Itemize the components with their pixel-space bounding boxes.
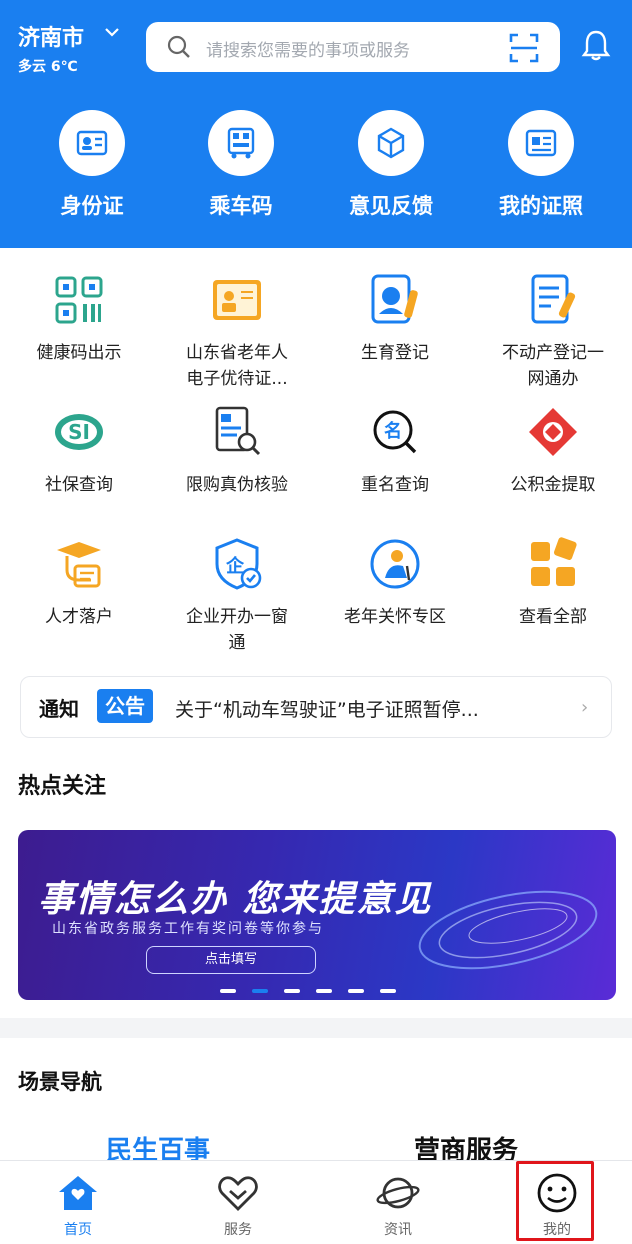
- quick-label: 身份证: [60, 194, 124, 218]
- carousel-dot[interactable]: [284, 989, 300, 993]
- service-verify[interactable]: 限购真伪核验: [158, 404, 316, 498]
- service-label: 查看全部: [519, 607, 587, 627]
- service-label: 重名查询: [361, 475, 429, 495]
- license-icon: [508, 110, 574, 176]
- service-health-code[interactable]: 健康码出示: [0, 272, 158, 366]
- service-name-search[interactable]: 名 重名查询: [316, 404, 474, 498]
- quick-label: 意见反馈: [349, 194, 433, 218]
- quick-bus-code[interactable]: 乘车码: [166, 110, 316, 220]
- id-card-icon: [59, 110, 125, 176]
- quick-label: 乘车码: [209, 194, 273, 218]
- nav-label: 服务: [224, 1222, 252, 1238]
- scene-navigation: 场景导航 民生百事 营商服务: [0, 1038, 632, 1166]
- bus-code-icon: [208, 110, 274, 176]
- banner-headline: 事情怎么办 您来提意见: [38, 879, 433, 920]
- scan-icon[interactable]: [508, 32, 540, 64]
- qr-code-icon: [55, 276, 103, 324]
- nav-label: 首页: [64, 1222, 92, 1238]
- service-view-all[interactable]: 查看全部: [474, 536, 632, 630]
- service-enterprise[interactable]: 企 企业开办一窗 通: [158, 536, 316, 656]
- verify-doc-icon: [215, 406, 261, 456]
- carousel-dot-active[interactable]: [252, 989, 268, 993]
- service-label: 限购真伪核验: [186, 475, 288, 495]
- enterprise-shield-icon: 企: [215, 538, 262, 590]
- quick-id-card[interactable]: 身份证: [17, 110, 167, 220]
- elder-care-icon: [370, 539, 420, 589]
- svg-text:SI: SI: [68, 420, 90, 444]
- carousel-dot[interactable]: [380, 989, 396, 993]
- senior-card-icon: [213, 280, 261, 320]
- chevron-right-icon: ›: [581, 697, 589, 718]
- carousel-dots: [220, 978, 412, 997]
- nav-news[interactable]: 资讯: [358, 1173, 438, 1239]
- search-input[interactable]: 请搜索您需要的事项或服务: [146, 22, 560, 72]
- chevron-down-icon[interactable]: [104, 26, 120, 38]
- service-label: 老年关怀专区: [344, 607, 446, 627]
- nav-home[interactable]: 首页: [38, 1173, 118, 1239]
- services-panel: 健康码出示 山东省老年人 电子优待证... 生育登记 不动产登记一 网通办 SI…: [0, 248, 632, 1018]
- service-label: 不动产登记一 网通办: [502, 343, 604, 389]
- city-selector[interactable]: 济南市: [18, 20, 84, 52]
- service-elder-care[interactable]: 老年关怀专区: [316, 536, 474, 630]
- nav-service[interactable]: 服务: [198, 1173, 278, 1239]
- property-doc-icon: [531, 274, 576, 324]
- service-senior-card[interactable]: 山东省老年人 电子优待证...: [158, 272, 316, 392]
- search-icon: [167, 35, 190, 58]
- section-title-hot: 热点关注: [18, 774, 107, 799]
- service-label: 企业开办一窗 通: [186, 607, 288, 653]
- quick-label: 我的证照: [499, 194, 583, 218]
- carousel-dot[interactable]: [348, 989, 364, 993]
- bottom-nav: 首页 服务 资讯 我的: [0, 1160, 632, 1244]
- service-label: 生育登记: [361, 343, 429, 363]
- notice-bar[interactable]: 通知 公告 关于“机动车驾驶证”电子证照暂停... ›: [20, 676, 612, 738]
- banner-fill-button[interactable]: 点击填写: [146, 946, 316, 974]
- grid-all-icon: [531, 537, 577, 586]
- planet-icon: [376, 1177, 420, 1209]
- hot-banner[interactable]: 事情怎么办 您来提意见 山东省政务服务工作有奖问卷等你参与 点击填写: [18, 830, 616, 1000]
- service-property[interactable]: 不动产登记一 网通办: [474, 272, 632, 392]
- service-social-security[interactable]: SI 社保查询: [0, 404, 158, 498]
- announcement-badge: 公告: [97, 689, 153, 723]
- header: 济南市 多云 6℃ 请搜索您需要的事项或服务 身份证 乘车码 意见反馈 我的证照: [0, 0, 632, 248]
- birth-register-icon: [371, 274, 418, 324]
- service-label: 人才落户: [45, 607, 113, 627]
- banner-subtitle: 山东省政务服务工作有奖问卷等你参与: [52, 921, 324, 937]
- carousel-dot[interactable]: [220, 989, 236, 993]
- quick-my-license[interactable]: 我的证照: [466, 110, 616, 220]
- name-search-icon: 名: [373, 410, 417, 454]
- svg-text:名: 名: [384, 420, 402, 442]
- bell-icon[interactable]: [580, 28, 612, 62]
- service-housing-fund[interactable]: 公积金提取: [474, 404, 632, 498]
- housing-fund-icon: [529, 408, 577, 456]
- service-label: 社保查询: [45, 475, 113, 495]
- service-birth-register[interactable]: 生育登记: [316, 272, 474, 366]
- graduate-icon: [57, 542, 101, 588]
- service-label: 健康码出示: [36, 343, 122, 363]
- highlight-box: [516, 1161, 594, 1241]
- carousel-dot[interactable]: [316, 989, 332, 993]
- service-label: 公积金提取: [510, 475, 596, 495]
- service-label: 山东省老年人 电子优待证...: [186, 343, 288, 389]
- search-placeholder: 请搜索您需要的事项或服务: [206, 41, 410, 61]
- social-security-icon: SI: [55, 414, 103, 450]
- heart-icon: [218, 1176, 258, 1211]
- section-title-scene: 场景导航: [18, 1070, 102, 1094]
- notice-text: 关于“机动车驾驶证”电子证照暂停...: [175, 699, 479, 721]
- nav-label: 资讯: [384, 1222, 412, 1238]
- weather-text: 多云 6℃: [18, 59, 78, 75]
- notice-tag: 通知: [39, 697, 79, 721]
- service-talent[interactable]: 人才落户: [0, 536, 158, 630]
- feedback-cube-icon: [358, 110, 424, 176]
- home-icon: [59, 1176, 97, 1210]
- quick-feedback[interactable]: 意见反馈: [316, 110, 466, 220]
